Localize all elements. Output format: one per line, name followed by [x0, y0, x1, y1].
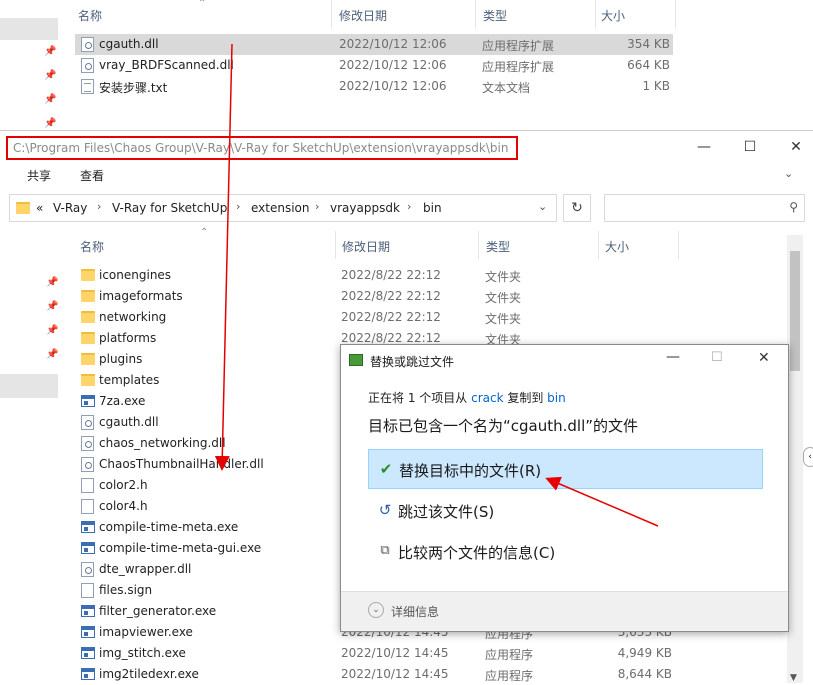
annotation-arrow — [545, 476, 659, 527]
annotation-overlay — [214, 43, 659, 527]
annotation-arrow — [214, 43, 233, 471]
